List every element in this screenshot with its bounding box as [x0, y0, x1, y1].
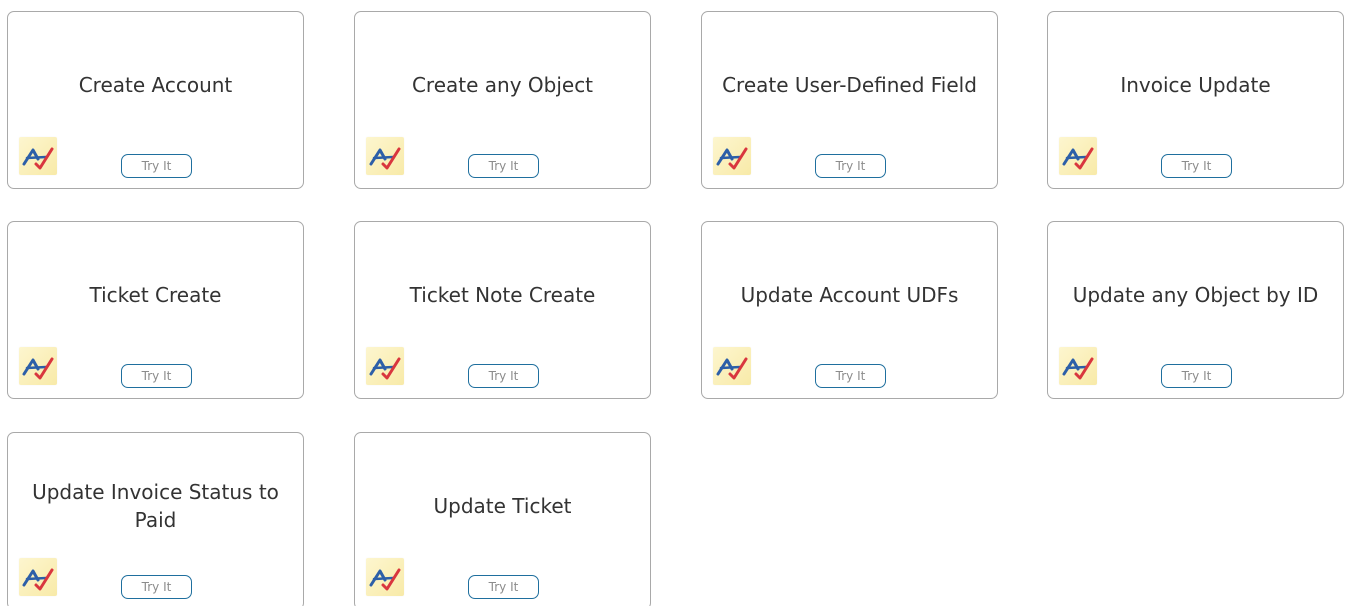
autotask-logo-icon	[19, 558, 57, 596]
card-title: Ticket Create	[89, 282, 222, 307]
autotask-logo-icon	[19, 347, 57, 385]
template-card-update-any-object-by-id: Update any Object by ID Try It	[1047, 221, 1344, 399]
template-card-create-account: Create Account Try It	[7, 11, 304, 189]
autotask-logo-icon	[366, 137, 404, 175]
card-title: Create Account	[78, 72, 233, 97]
try-it-button[interactable]: Try It	[468, 364, 539, 388]
try-it-button[interactable]: Try It	[815, 364, 886, 388]
template-card-invoice-update: Invoice Update Try It	[1047, 11, 1344, 189]
card-title: Ticket Note Create	[409, 282, 596, 307]
autotask-logo-icon	[713, 347, 751, 385]
try-it-button[interactable]: Try It	[815, 154, 886, 178]
try-it-button[interactable]: Try It	[1161, 364, 1232, 388]
autotask-logo-icon	[366, 347, 404, 385]
template-card-create-user-defined-field: Create User-Defined Field Try It	[701, 11, 998, 189]
template-card-update-account-udfs: Update Account UDFs Try It	[701, 221, 998, 399]
autotask-logo-icon	[713, 137, 751, 175]
template-card-update-ticket: Update Ticket Try It	[354, 432, 651, 606]
autotask-logo-icon	[366, 558, 404, 596]
try-it-button[interactable]: Try It	[468, 575, 539, 599]
template-grid: Create Account Try It Create any Object …	[0, 0, 1348, 606]
card-title: Update Invoice Status to Paid	[32, 479, 279, 532]
template-card-ticket-create: Ticket Create Try It	[7, 221, 304, 399]
card-title: Create any Object	[411, 72, 594, 97]
autotask-logo-icon	[19, 137, 57, 175]
card-title: Create User-Defined Field	[722, 72, 977, 97]
template-card-ticket-note-create: Ticket Note Create Try It	[354, 221, 651, 399]
template-card-create-any-object: Create any Object Try It	[354, 11, 651, 189]
try-it-button[interactable]: Try It	[121, 154, 192, 178]
try-it-button[interactable]: Try It	[121, 575, 192, 599]
card-title: Update any Object by ID	[1072, 282, 1319, 307]
autotask-logo-icon	[1059, 347, 1097, 385]
try-it-button[interactable]: Try It	[1161, 154, 1232, 178]
autotask-logo-icon	[1059, 137, 1097, 175]
try-it-button[interactable]: Try It	[468, 154, 539, 178]
card-title: Update Ticket	[433, 493, 572, 518]
card-title: Invoice Update	[1120, 72, 1271, 97]
template-card-update-invoice-status-to-paid: Update Invoice Status to Paid Try It	[7, 432, 304, 606]
card-title: Update Account UDFs	[740, 282, 959, 307]
try-it-button[interactable]: Try It	[121, 364, 192, 388]
